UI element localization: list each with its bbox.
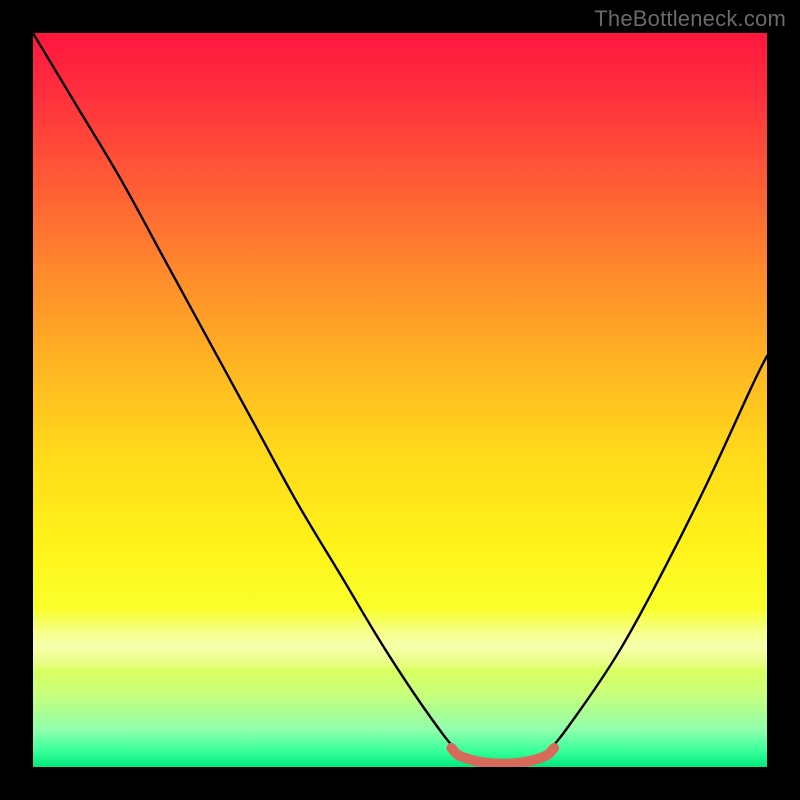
watermark-text: TheBottleneck.com: [594, 6, 786, 32]
plot-area: [33, 33, 767, 767]
optimal-range-marker: [451, 748, 554, 764]
bottleneck-curve: [33, 33, 767, 765]
chart-frame: TheBottleneck.com: [0, 0, 800, 800]
curve-layer: [33, 33, 767, 767]
